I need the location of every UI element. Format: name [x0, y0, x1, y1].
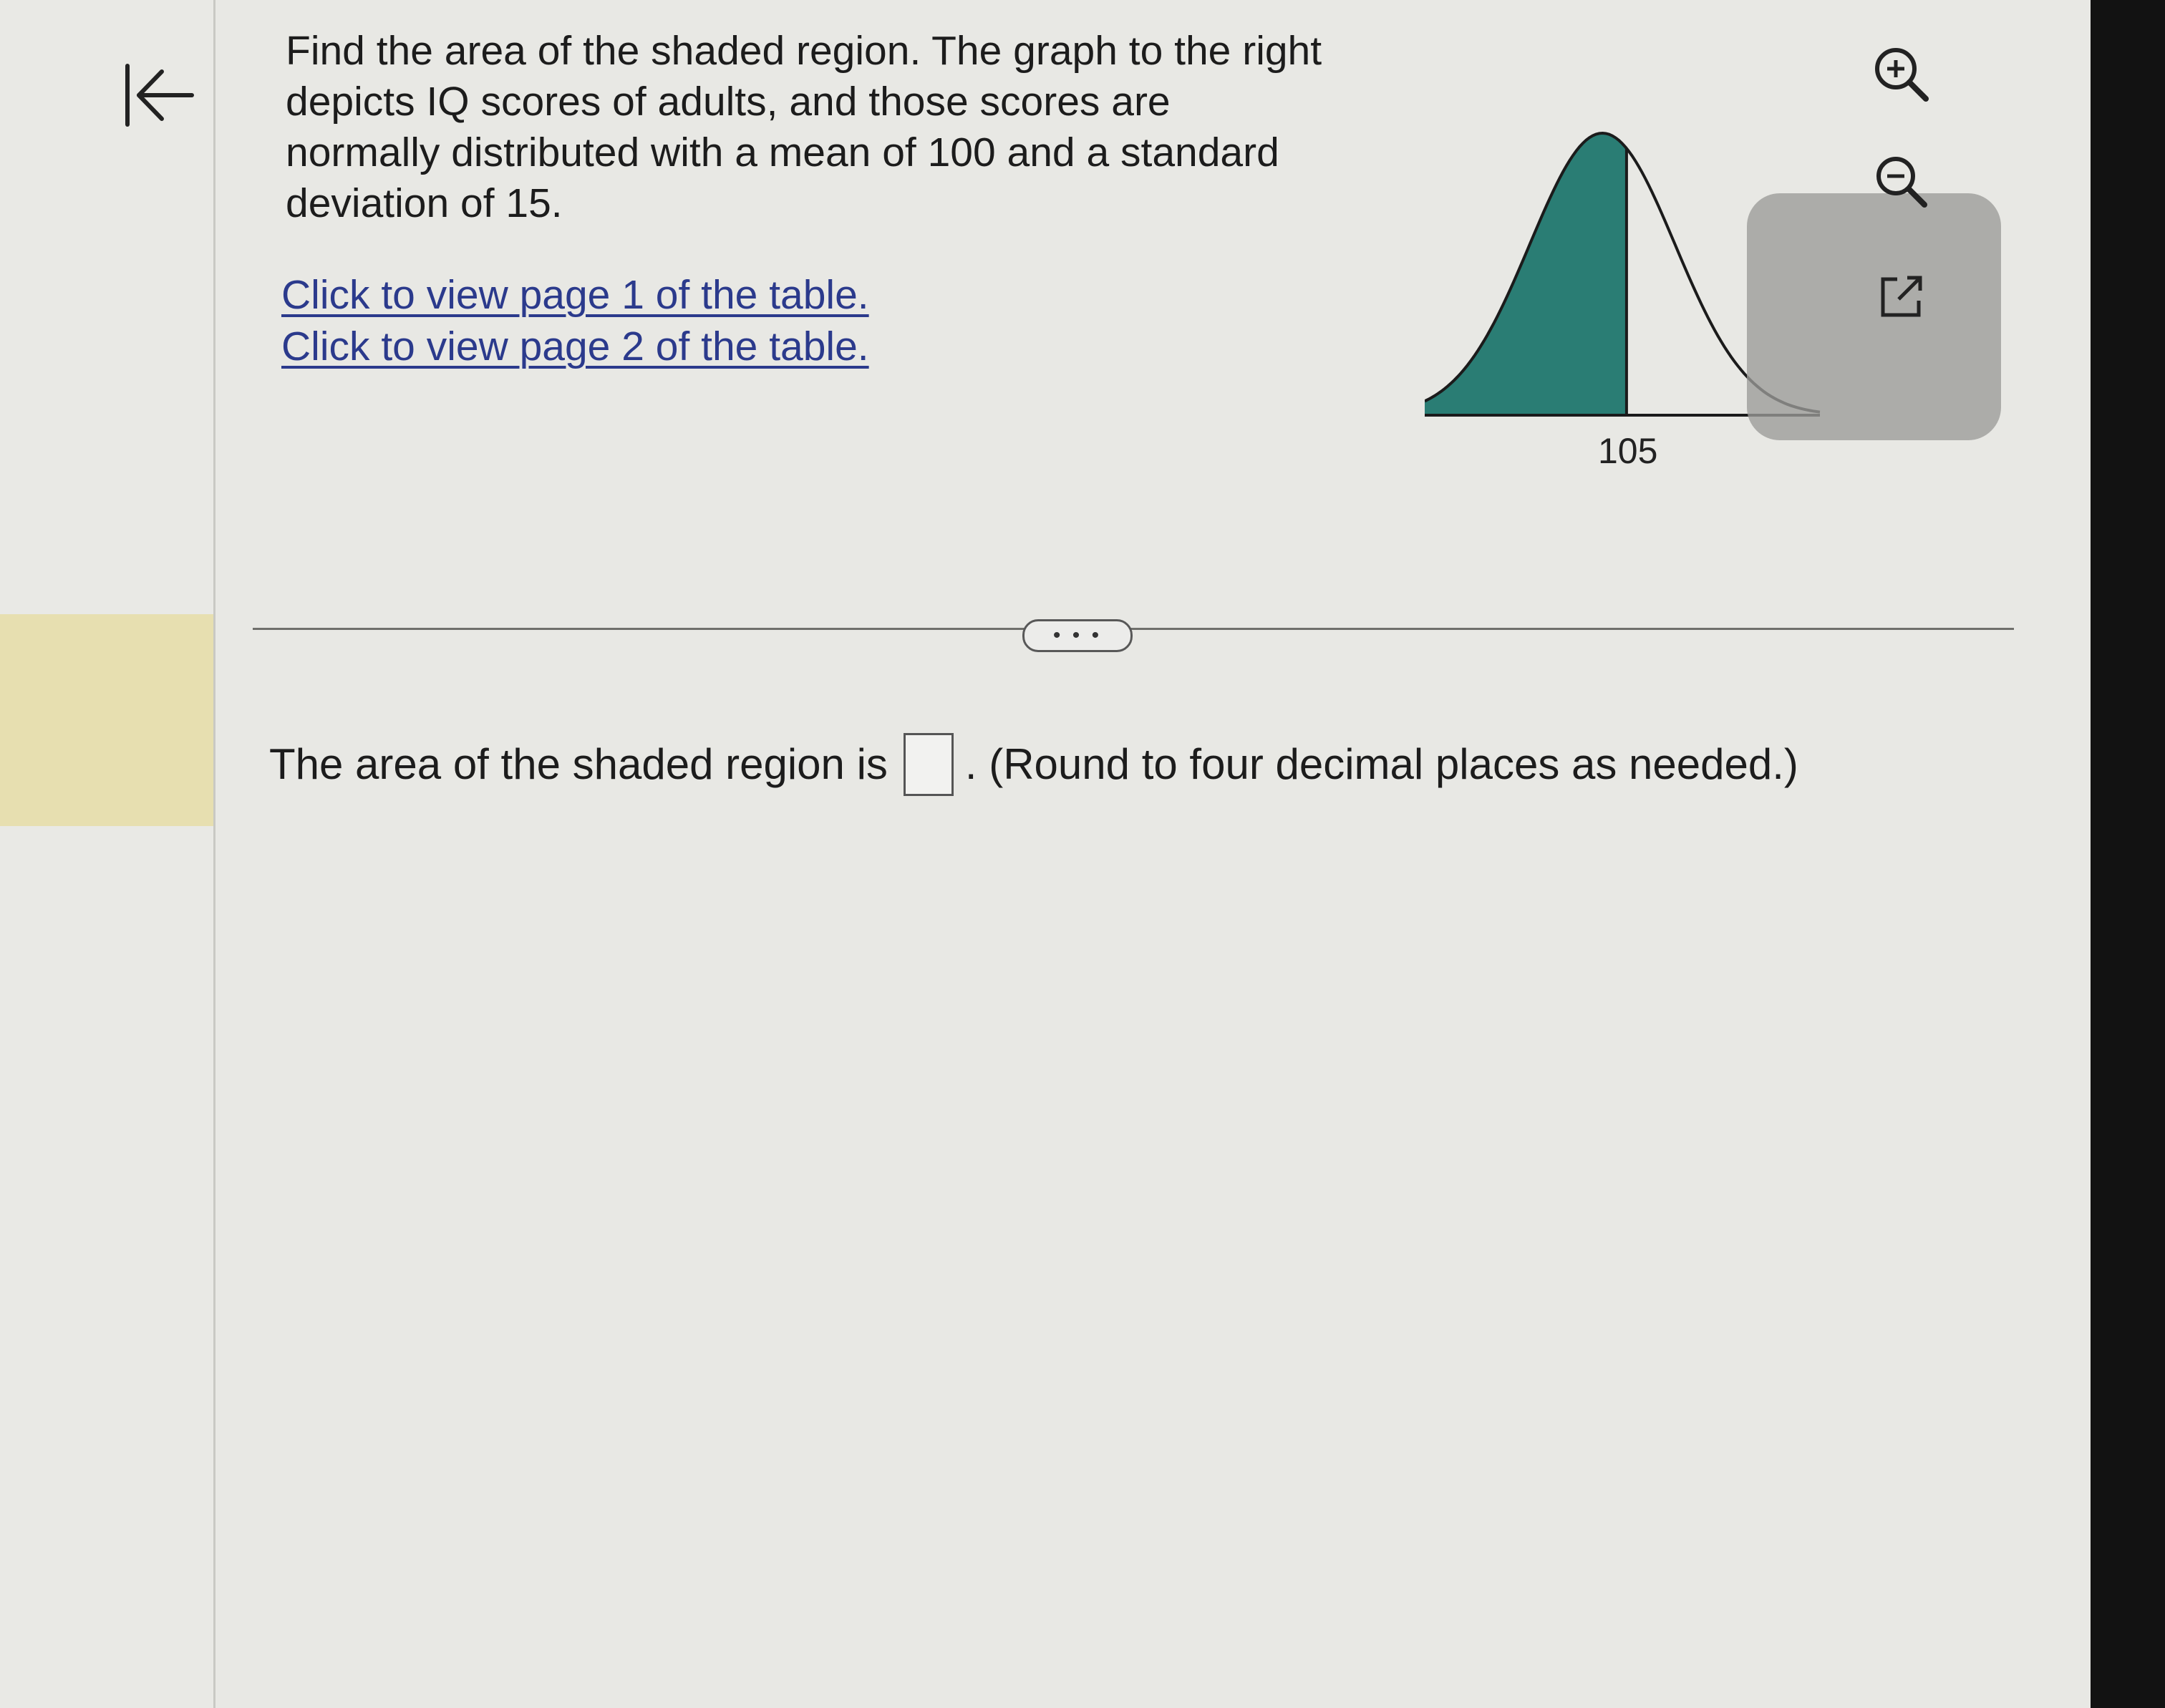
- section-separator: [253, 628, 2014, 630]
- answer-input[interactable]: [903, 733, 954, 796]
- zoom-in-button[interactable]: [1861, 36, 1940, 115]
- question-text: Find the area of the shaded region. The …: [286, 28, 1322, 226]
- zoom-out-icon: [1876, 157, 1927, 208]
- shaded-region: [1425, 133, 1627, 415]
- table-page-1-link[interactable]: Click to view page 1 of the table.: [281, 271, 869, 319]
- left-gutter: [0, 0, 215, 1708]
- popout-icon: [1881, 276, 1922, 317]
- answer-row: The area of the shaded region is . (Roun…: [269, 733, 1798, 796]
- popout-button[interactable]: [1861, 258, 1940, 336]
- marker-label: 105: [1598, 431, 1658, 471]
- more-button[interactable]: • • •: [1022, 619, 1133, 652]
- table-page-2-link[interactable]: Click to view page 2 of the table.: [281, 322, 869, 371]
- answer-suffix: . (Round to four decimal places as neede…: [964, 740, 1798, 788]
- collapse-sidebar-button[interactable]: [115, 56, 200, 135]
- screen-edge: [2091, 0, 2165, 1708]
- collapse-left-icon: [125, 64, 194, 127]
- current-question-highlight: [0, 614, 213, 826]
- answer-prefix: The area of the shaded region is: [269, 740, 888, 788]
- zoom-in-icon: [1875, 48, 1929, 102]
- zoom-out-button[interactable]: [1861, 143, 1940, 222]
